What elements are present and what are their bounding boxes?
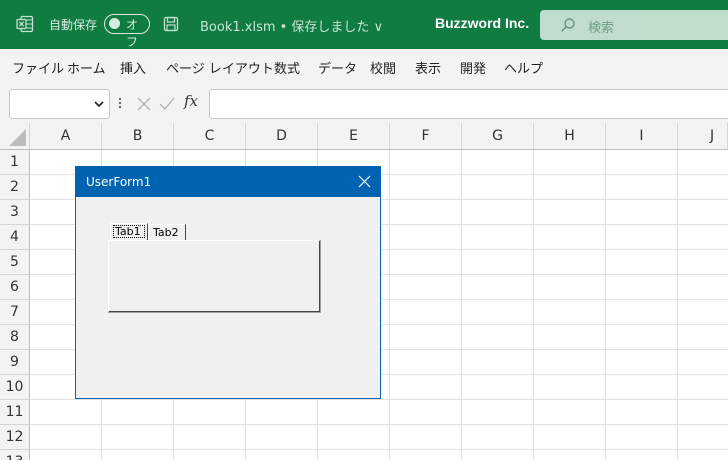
ribbon-menu: ファイル ホーム 挿入 ページ レイアウト 数式 データ 校閲 表示 開発 ヘル… — [0, 49, 728, 83]
column-header-i[interactable]: I — [606, 123, 678, 150]
row-header-12[interactable]: 12 — [0, 425, 30, 450]
autosave-label: 自動保存 — [49, 18, 98, 32]
select-all-icon — [9, 129, 26, 146]
ribbon-tab-page-layout[interactable]: ページ レイアウト — [166, 58, 274, 77]
row-header-3[interactable]: 3 — [0, 200, 30, 225]
select-all-button[interactable] — [0, 123, 30, 150]
row-header-7[interactable]: 7 — [0, 300, 30, 325]
ribbon-tab-review[interactable]: 校閲 — [370, 58, 396, 77]
toggle-knob — [109, 18, 120, 29]
userform-body: Tab1 Tab2 — [76, 197, 380, 398]
formula-bar: fx — [0, 83, 728, 123]
column-header-g[interactable]: G — [462, 123, 534, 150]
row-header-2[interactable]: 2 — [0, 175, 30, 200]
company-name: Buzzword Inc. — [435, 15, 530, 31]
column-header-b[interactable]: B — [102, 123, 174, 150]
tab-strip: Tab1 Tab2 — [108, 223, 322, 313]
formula-input[interactable] — [209, 89, 728, 119]
row-header-6[interactable]: 6 — [0, 275, 30, 300]
ribbon-tab-data[interactable]: データ — [318, 58, 357, 77]
ribbon-tab-formulas[interactable]: 数式 — [274, 58, 300, 77]
tab-tab2[interactable]: Tab2 — [148, 224, 186, 241]
tab-tab1[interactable]: Tab1 — [110, 223, 148, 240]
enter-icon[interactable] — [159, 97, 175, 111]
column-header-c[interactable]: C — [174, 123, 246, 150]
ribbon-tab-view[interactable]: 表示 — [415, 58, 441, 77]
autosave-state: オフ — [126, 18, 139, 49]
ribbon-tab-insert[interactable]: 挿入 — [120, 58, 146, 77]
column-header-j[interactable]: J — [678, 123, 728, 150]
column-header-e[interactable]: E — [318, 123, 390, 150]
save-icon[interactable] — [163, 16, 179, 32]
ribbon-tab-home[interactable]: ホーム — [67, 58, 106, 77]
ribbon-tab-file[interactable]: ファイル — [12, 58, 64, 77]
userform-window: UserForm1 Tab1 Tab2 — [75, 166, 381, 399]
column-header-h[interactable]: H — [534, 123, 606, 150]
userform-title-bar[interactable]: UserForm1 — [76, 167, 380, 197]
tab-tab2-label: Tab2 — [153, 226, 179, 239]
document-name[interactable]: Book1.xlsm • 保存しました ∨ — [200, 16, 383, 35]
row-header-1[interactable]: 1 — [0, 150, 30, 175]
autosave-toggle[interactable]: オフ — [104, 14, 150, 49]
row-header-10[interactable]: 10 — [0, 375, 30, 400]
close-icon[interactable] — [358, 175, 371, 188]
ribbon-tab-help[interactable]: ヘルプ — [504, 58, 543, 77]
more-options-icon[interactable] — [118, 95, 122, 111]
name-box[interactable] — [9, 89, 110, 119]
cancel-icon[interactable] — [137, 97, 151, 111]
column-header-d[interactable]: D — [246, 123, 318, 150]
row-header-13[interactable]: 13 — [0, 450, 30, 460]
column-header-f[interactable]: F — [390, 123, 462, 150]
insert-function-button[interactable]: fx — [184, 92, 198, 110]
row-header-5[interactable]: 5 — [0, 250, 30, 275]
ribbon-tab-developer[interactable]: 開発 — [460, 58, 486, 77]
row-header-11[interactable]: 11 — [0, 400, 30, 425]
row-header-4[interactable]: 4 — [0, 225, 30, 250]
row-header-8[interactable]: 8 — [0, 325, 30, 350]
excel-icon[interactable] — [16, 15, 34, 33]
search-placeholder: 検索 — [588, 21, 615, 36]
chevron-down-icon[interactable] — [94, 100, 104, 108]
focus-rectangle — [113, 225, 145, 238]
search-box[interactable]: 検索 — [540, 10, 728, 40]
tab-panel — [108, 240, 321, 313]
search-icon — [561, 18, 575, 32]
column-header-a[interactable]: A — [30, 123, 102, 150]
title-bar: 自動保存 オフ Book1.xlsm • 保存しました ∨ Buzzword I… — [0, 0, 728, 49]
userform-title: UserForm1 — [86, 175, 152, 189]
row-header-9[interactable]: 9 — [0, 350, 30, 375]
